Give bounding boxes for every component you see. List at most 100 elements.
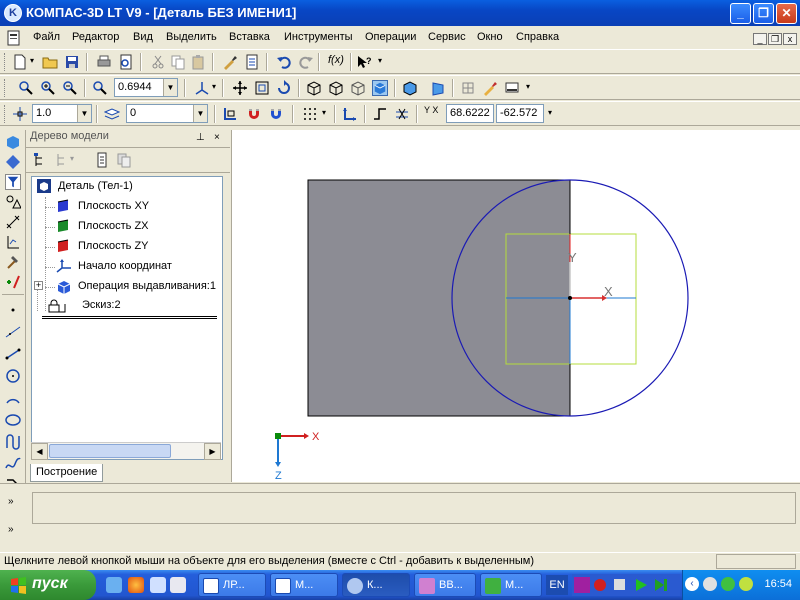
tree-item-sketch[interactable]: Эскиз:2 <box>42 297 217 319</box>
step-dropdown-arrow-icon[interactable]: ▼ <box>77 105 91 122</box>
menu-operations[interactable]: Операции <box>365 31 416 43</box>
task-button-3[interactable]: К... <box>342 573 410 597</box>
print-preview-icon[interactable] <box>118 54 134 70</box>
tree-operations-icon[interactable] <box>54 152 70 168</box>
menu-insert[interactable]: Вставка <box>229 31 270 43</box>
layer-icon[interactable] <box>104 106 120 122</box>
layer-combo[interactable]: 0 ▼ <box>126 104 208 123</box>
circle-icon[interactable] <box>5 368 21 384</box>
scroll-thumb[interactable] <box>49 444 171 458</box>
undo-icon[interactable] <box>276 54 292 70</box>
point-icon[interactable] <box>5 302 21 318</box>
pin-icon[interactable]: ⊥ <box>196 132 205 143</box>
menu-tools[interactable]: Инструменты <box>284 31 353 43</box>
tab-construction[interactable]: Построение <box>30 464 104 482</box>
display-dropdown-arrow-icon[interactable]: ▾ <box>526 82 530 91</box>
dimensions-icon[interactable] <box>5 214 21 230</box>
play-icon[interactable] <box>634 578 648 592</box>
zoom-scale-icon[interactable] <box>92 80 108 96</box>
quick-launch-icon[interactable] <box>150 577 166 593</box>
menu-editor[interactable]: Редактор <box>72 31 119 43</box>
designations-icon[interactable] <box>5 234 21 250</box>
arc-icon[interactable] <box>5 390 21 406</box>
segment-icon[interactable] <box>5 346 21 362</box>
redo-icon[interactable] <box>298 54 314 70</box>
zoom-out-icon[interactable] <box>62 80 78 96</box>
step-combo[interactable]: 1.0 ▼ <box>32 104 92 123</box>
show-all-icon[interactable] <box>254 80 270 96</box>
print-icon[interactable] <box>96 54 112 70</box>
tree-document-icon[interactable] <box>94 152 110 168</box>
zoom-in-icon[interactable] <box>40 80 56 96</box>
cut-icon[interactable] <box>150 54 166 70</box>
doc-minimize-button[interactable]: _ <box>753 33 767 45</box>
shaded-mode-icon[interactable] <box>372 80 388 96</box>
tree-dropdown-arrow-icon[interactable]: ▾ <box>70 154 74 163</box>
tray-app-icon[interactable] <box>739 577 753 591</box>
auxiliary-line-icon[interactable] <box>5 324 21 340</box>
menu-file[interactable]: Файл <box>33 31 60 43</box>
context-help-icon[interactable]: ? <box>356 54 372 70</box>
stop-icon[interactable] <box>614 579 625 590</box>
menu-service[interactable]: Сервис <box>428 31 466 43</box>
scroll-right-icon[interactable]: ▶ <box>204 443 221 460</box>
tree-horizontal-scrollbar[interactable]: ◀ ▶ <box>31 442 221 460</box>
zoom-window-icon[interactable] <box>18 80 34 96</box>
thin-hidden-lines-icon[interactable] <box>350 80 366 96</box>
parametrization-icon[interactable] <box>5 274 21 290</box>
pan-move-icon[interactable] <box>232 80 248 96</box>
recorder-icon[interactable] <box>574 577 590 593</box>
grid-view-icon[interactable] <box>460 80 476 96</box>
origin-point[interactable] <box>568 296 572 300</box>
tree-structure-icon[interactable] <box>32 152 48 168</box>
orientation-axes-icon[interactable] <box>194 80 210 96</box>
maximize-button[interactable]: ❐ <box>753 3 774 24</box>
properties-brush-icon[interactable] <box>222 54 238 70</box>
panel-expand-icon[interactable]: » <box>8 524 14 535</box>
firefox-icon[interactable] <box>128 577 144 593</box>
open-folder-icon[interactable] <box>42 54 58 70</box>
grid-icon[interactable] <box>302 106 318 122</box>
color-brush-icon[interactable] <box>482 80 498 96</box>
close-button[interactable]: ✕ <box>776 3 797 24</box>
model-drawing[interactable]: Y X X Z <box>232 130 800 482</box>
spline-icon[interactable] <box>5 456 21 472</box>
grid-dropdown-arrow-icon[interactable]: ▾ <box>322 108 326 117</box>
document-menu-icon[interactable] <box>6 30 22 46</box>
coord-x-field[interactable]: 68.6222 <box>446 104 494 123</box>
toolbar-grip[interactable] <box>4 105 7 123</box>
help-dropdown-arrow-icon[interactable]: ▾ <box>378 56 382 65</box>
new-file-icon[interactable] <box>12 54 28 70</box>
tree-relations-icon[interactable] <box>116 152 132 168</box>
cursor-step-icon[interactable] <box>12 106 28 122</box>
menu-window[interactable]: Окно <box>477 31 503 43</box>
panel-collapse-icon[interactable]: » <box>8 496 14 507</box>
polyline-icon[interactable] <box>5 434 21 450</box>
toolbar-grip[interactable] <box>4 53 7 71</box>
scroll-left-icon[interactable]: ◀ <box>31 443 48 460</box>
clock[interactable]: 16:54 <box>764 578 792 590</box>
quick-launch-icon[interactable] <box>170 577 186 593</box>
tree-close-icon[interactable]: × <box>214 132 220 143</box>
shaded-edges-icon[interactable] <box>402 80 418 96</box>
orthogonal-mode-icon[interactable] <box>342 106 358 122</box>
round-coords-icon[interactable] <box>372 106 388 122</box>
model-viewport[interactable]: Y X X Z <box>231 130 800 482</box>
edit-details-icon[interactable] <box>5 134 21 150</box>
function-fx-icon[interactable]: f(x) <box>328 54 350 70</box>
zoom-combo[interactable]: 0.6944 ▼ <box>114 78 178 97</box>
local-coordinates-icon[interactable] <box>222 106 238 122</box>
tray-collapse-icon[interactable]: ‹ <box>685 577 699 591</box>
wireframe-icon[interactable] <box>306 80 322 96</box>
menu-view[interactable]: Вид <box>133 31 153 43</box>
snap-magnet-icon[interactable] <box>246 106 262 122</box>
cursor-position-icon[interactable] <box>394 106 410 122</box>
coords-dropdown-arrow-icon[interactable]: ▾ <box>548 108 552 117</box>
menu-select[interactable]: Выделить <box>166 31 217 43</box>
zoom-dropdown-arrow-icon[interactable]: ▼ <box>163 79 177 96</box>
save-icon[interactable] <box>64 54 80 70</box>
doc-restore-button[interactable]: ❐ <box>768 33 782 45</box>
document-properties-icon[interactable] <box>244 54 260 70</box>
language-indicator[interactable]: EN <box>546 575 568 595</box>
minimize-button[interactable]: _ <box>730 3 751 24</box>
